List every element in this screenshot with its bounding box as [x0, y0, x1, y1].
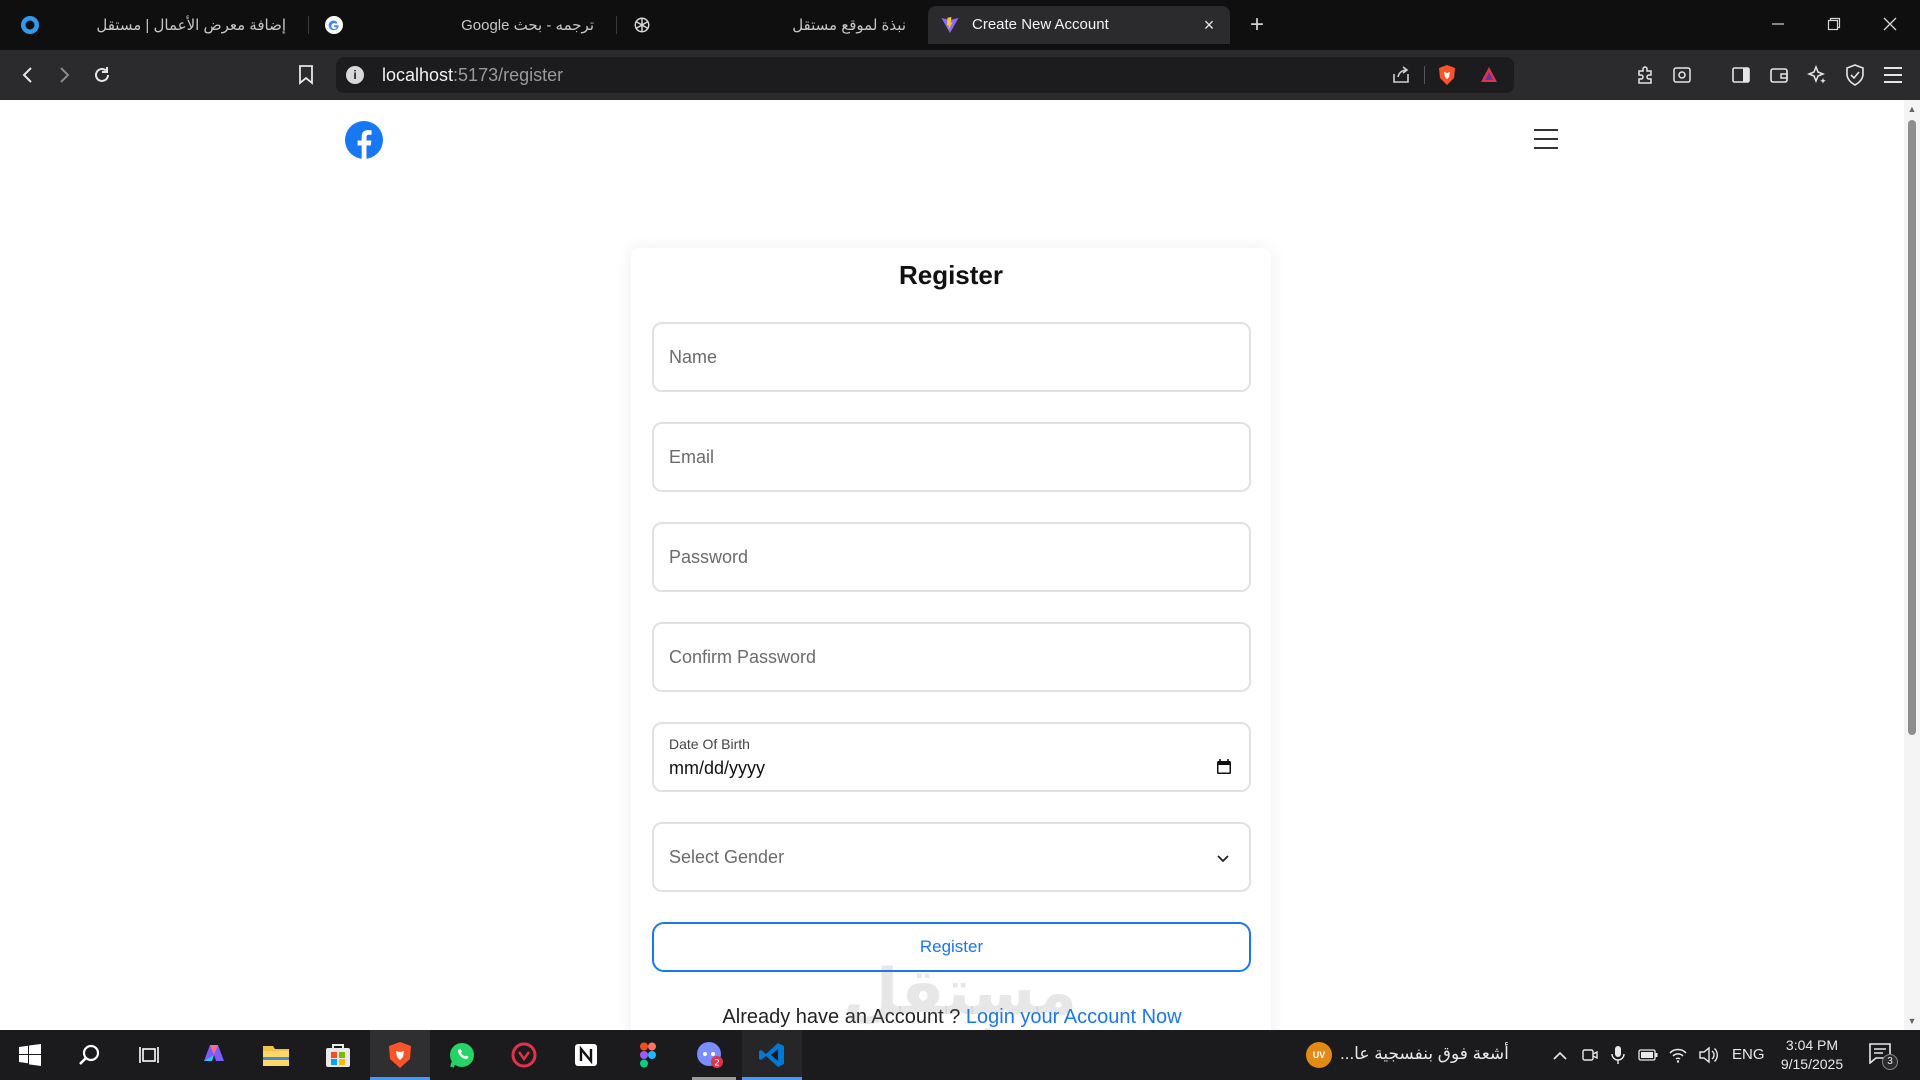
close-window-icon[interactable]	[1878, 12, 1902, 36]
scrollbar-thumb[interactable]	[1908, 120, 1916, 735]
reload-icon[interactable]	[90, 63, 114, 87]
copilot-icon[interactable]	[198, 1039, 230, 1071]
tab-mostaql-about[interactable]: نبذة لموقع مستقل	[620, 6, 924, 44]
facebook-logo-icon[interactable]	[345, 121, 383, 159]
weather-news-text[interactable]: أشعة فوق بنفسجية عا...	[1340, 1044, 1540, 1064]
wifi-icon[interactable]	[1668, 1045, 1688, 1065]
volume-icon[interactable]	[1698, 1045, 1718, 1065]
clock-date: 9/15/2025	[1780, 1056, 1844, 1072]
vertical-scrollbar[interactable]: ▲ ▼	[1904, 100, 1920, 1030]
notification-count: 3	[1882, 1054, 1898, 1070]
confirm-password-input[interactable]: Confirm Password	[652, 622, 1251, 692]
menu-icon[interactable]	[1881, 63, 1905, 87]
tab-mostaql-portfolio[interactable]: إضافة معرض الأعمال | مستقل	[8, 6, 304, 44]
discord-icon[interactable]: 2	[694, 1039, 726, 1071]
new-tab-button[interactable]: +	[1244, 12, 1270, 38]
microsoft-store-icon[interactable]	[322, 1039, 354, 1071]
vpn-icon[interactable]	[1843, 63, 1867, 87]
register-button[interactable]: Register	[652, 922, 1251, 972]
reader-mode-icon[interactable]	[1670, 63, 1694, 87]
email-placeholder: Email	[669, 447, 715, 467]
browser-tab-bar: إضافة معرض الأعمال | مستقل ترجمه - بحث G…	[0, 0, 1920, 50]
task-view-icon[interactable]	[134, 1039, 166, 1071]
google-icon	[324, 15, 344, 35]
site-info-icon[interactable]: i	[346, 66, 364, 84]
bookmark-icon[interactable]	[294, 63, 318, 87]
windows-taskbar: 2 UV أشعة فوق بنفسجية عا... ENG 3:04 PM …	[0, 1030, 1920, 1080]
url-text[interactable]: localhost:5173/register	[382, 65, 563, 86]
address-bar[interactable]: i localhost:5173/register	[336, 57, 1514, 93]
login-link[interactable]: Login your Account Now	[966, 1006, 1182, 1028]
login-prompt: Already have an Account ? Login your Acc…	[0, 1006, 1904, 1029]
input-language[interactable]: ENG	[1732, 1046, 1765, 1063]
notion-icon[interactable]	[570, 1039, 602, 1071]
calendar-icon[interactable]	[1215, 758, 1233, 776]
tab-google-search[interactable]: ترجمه - بحث Google	[312, 6, 612, 44]
weather-badge[interactable]: UV	[1306, 1042, 1332, 1068]
tab-separator	[308, 16, 309, 34]
name-placeholder: Name	[669, 347, 718, 367]
mostaql-icon	[20, 15, 40, 35]
scroll-down-icon[interactable]: ▼	[1907, 1016, 1917, 1026]
file-explorer-icon[interactable]	[260, 1039, 292, 1071]
password-input[interactable]: Password	[652, 522, 1251, 592]
notification-center-icon[interactable]: 3	[1868, 1042, 1898, 1070]
gender-placeholder: Select Gender	[669, 847, 785, 867]
back-icon[interactable]	[16, 63, 40, 87]
hamburger-menu-icon[interactable]	[1534, 127, 1558, 151]
scroll-up-icon[interactable]: ▲	[1907, 104, 1917, 114]
sidebar-toggle-icon[interactable]	[1729, 63, 1753, 87]
confirm-password-placeholder: Confirm Password	[669, 647, 817, 667]
name-input[interactable]: Name	[652, 322, 1251, 392]
teams-meet-icon[interactable]	[1580, 1045, 1600, 1065]
login-prompt-text: Already have an Account ?	[722, 1006, 966, 1028]
gender-select[interactable]: Select Gender	[652, 822, 1251, 892]
url-path: :5173/register	[453, 65, 564, 85]
tab-title: نبذة لموقع مستقل	[792, 17, 906, 34]
email-input[interactable]: Email	[652, 422, 1251, 492]
figma-icon[interactable]	[632, 1039, 664, 1071]
tab-title: Create New Account	[972, 16, 1109, 33]
chatgpt-icon	[632, 15, 652, 35]
share-icon[interactable]	[1390, 64, 1412, 86]
tab-create-new-account[interactable]: Create New Account ×	[928, 6, 1230, 44]
system-clock[interactable]: 3:04 PM 9/15/2025	[1774, 1036, 1850, 1074]
brave-shields-icon[interactable]	[1436, 64, 1458, 86]
forward-icon[interactable]	[52, 63, 76, 87]
tab-title: ترجمه - بحث Google	[461, 17, 594, 34]
tab-title: إضافة معرض الأعمال | مستقل	[96, 17, 286, 34]
windows-start-icon[interactable]	[14, 1039, 46, 1071]
brave-rewards-icon[interactable]	[1478, 64, 1500, 86]
url-host: localhost	[382, 65, 454, 85]
restore-icon[interactable]	[1822, 12, 1846, 36]
chevron-down-icon	[1215, 850, 1231, 866]
battery-icon[interactable]	[1638, 1045, 1658, 1065]
page-title: Register	[898, 260, 1004, 290]
tab-separator	[616, 16, 617, 34]
search-icon[interactable]	[74, 1039, 106, 1071]
date-of-birth-value: mm/dd/yyyy	[669, 758, 766, 778]
brave-browser-icon[interactable]	[384, 1039, 416, 1071]
clock-time: 3:04 PM	[1785, 1037, 1839, 1053]
close-tab-icon[interactable]: ×	[1198, 14, 1220, 36]
app-badge-count: 2	[714, 1059, 720, 1069]
wallet-icon[interactable]	[1767, 63, 1791, 87]
vscode-icon[interactable]	[756, 1039, 788, 1071]
extensions-icon[interactable]	[1634, 63, 1658, 87]
date-of-birth-label: Date Of Birth	[669, 736, 750, 752]
minimize-icon[interactable]	[1766, 12, 1790, 36]
microphone-icon[interactable]	[1608, 1045, 1628, 1065]
leo-ai-icon[interactable]	[1805, 63, 1829, 87]
omnibox-separator	[1424, 66, 1425, 84]
show-hidden-icons-icon[interactable]	[1550, 1045, 1570, 1065]
browser-toolbar: i localhost:5173/register	[0, 50, 1920, 100]
date-of-birth-input[interactable]: Date Of Birth mm/dd/yyyy	[652, 722, 1251, 792]
antivirus-icon[interactable]	[508, 1039, 540, 1071]
vite-icon	[940, 15, 960, 35]
whatsapp-icon[interactable]	[446, 1039, 478, 1071]
password-placeholder: Password	[669, 547, 749, 567]
